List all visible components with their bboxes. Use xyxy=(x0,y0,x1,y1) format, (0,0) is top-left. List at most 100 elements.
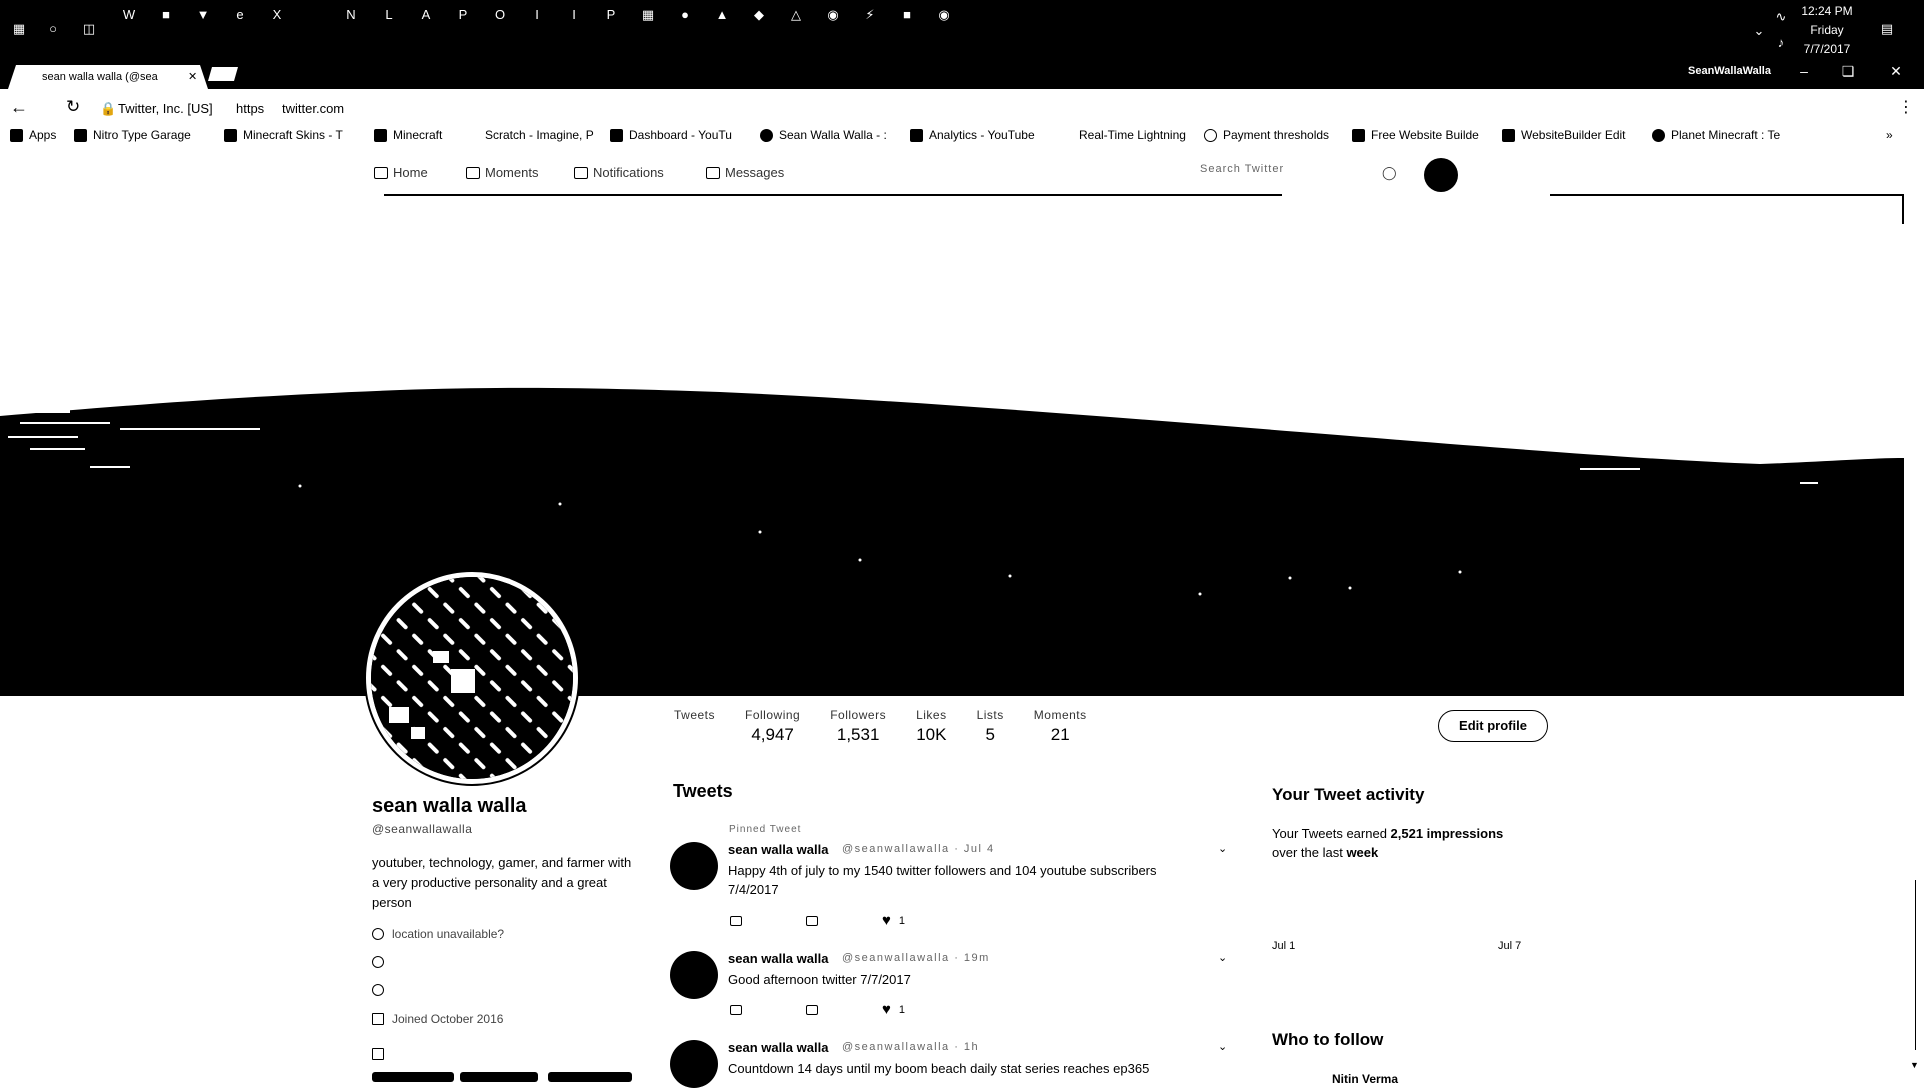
browser-tab-active[interactable]: sean walla walla (@sea ✕ xyxy=(8,65,208,89)
chrome-icon[interactable]: ◉ xyxy=(933,6,955,24)
profile-name[interactable]: sean walla walla xyxy=(372,795,527,818)
profile-handle[interactable]: @seanwallawalla xyxy=(372,822,472,836)
tweet-avatar[interactable] xyxy=(670,1040,718,1088)
app-icon[interactable]: ● xyxy=(674,6,696,24)
store-icon[interactable]: ▼ xyxy=(192,6,214,24)
tweet-author-name[interactable]: sean walla walla xyxy=(728,842,828,857)
task-view-icon[interactable]: ◫ xyxy=(78,20,100,38)
app-icon[interactable]: N xyxy=(340,6,362,24)
cortana-icon[interactable]: ○ xyxy=(42,20,64,38)
nav-home[interactable]: Home xyxy=(374,165,428,180)
excel-icon[interactable]: X xyxy=(266,6,288,24)
bookmark-item[interactable]: Sean Walla Walla - : xyxy=(760,128,887,142)
stat-moments[interactable]: Moments 21 xyxy=(1034,708,1087,745)
system-clock[interactable]: 12:24 PM Friday 7/7/2017 xyxy=(1792,2,1862,59)
profile-action-button[interactable] xyxy=(460,1072,538,1082)
like-button[interactable]: ♥ 1 xyxy=(882,912,958,929)
chevron-up-icon[interactable]: ⌄ xyxy=(1748,22,1770,40)
bookmark-item[interactable]: Real-Time Lightning xyxy=(1060,128,1186,142)
close-window-icon[interactable]: ✕ xyxy=(1886,63,1906,80)
stat-tweets[interactable]: Tweets xyxy=(674,708,715,745)
app-icon[interactable]: △ xyxy=(785,6,807,24)
tweet-card[interactable]: sean walla walla @seanwallawalla · Jul 4… xyxy=(670,842,1230,932)
chevron-down-icon[interactable]: ⌄ xyxy=(1218,842,1227,855)
nav-avatar[interactable] xyxy=(1424,158,1458,192)
profile-avatar[interactable] xyxy=(366,572,578,784)
app-icon[interactable]: P xyxy=(600,6,622,24)
bookmark-item[interactable]: WebsiteBuilder Edit xyxy=(1502,128,1626,142)
app-icon[interactable]: P xyxy=(452,6,474,24)
bookmark-item[interactable]: Dashboard - YouTu xyxy=(610,128,732,142)
retweet-button[interactable] xyxy=(806,915,882,926)
stat-lists[interactable]: Lists 5 xyxy=(977,708,1004,745)
minimize-icon[interactable]: – xyxy=(1794,63,1814,79)
volume-icon[interactable]: ♪ xyxy=(1770,34,1792,52)
tweet-author-handle[interactable]: @seanwallawalla · 19m xyxy=(842,952,990,964)
reload-icon[interactable]: ↻ xyxy=(66,97,80,117)
app-icon[interactable]: L xyxy=(378,6,400,24)
close-tab-icon[interactable]: ✕ xyxy=(188,65,197,89)
bookmarks-overflow-icon[interactable]: » xyxy=(1886,128,1893,142)
bookmark-item[interactable]: Minecraft Skins - T xyxy=(224,128,343,142)
app-icon[interactable]: O xyxy=(489,6,511,24)
tweet-author-name[interactable]: sean walla walla xyxy=(728,1040,828,1055)
menu-icon[interactable]: ⋮ xyxy=(1898,97,1914,117)
site-identity[interactable]: Twitter, Inc. [US] xyxy=(118,101,213,116)
start-icon[interactable]: ▦ xyxy=(8,20,30,38)
action-center-icon[interactable]: ▤ xyxy=(1876,20,1898,38)
new-tab-button[interactable] xyxy=(208,67,238,81)
bookmark-item[interactable]: Planet Minecraft : Te xyxy=(1652,128,1780,142)
bookmark-item[interactable]: Free Website Builde xyxy=(1352,128,1479,142)
search-icon[interactable]: ◯ xyxy=(1382,165,1397,181)
reply-button[interactable] xyxy=(730,1004,806,1015)
tweet-author-handle[interactable]: @seanwallawalla · 1h xyxy=(842,1041,979,1053)
nav-messages[interactable]: Messages xyxy=(706,165,784,180)
retweet-button[interactable] xyxy=(806,1004,882,1015)
stat-following[interactable]: Following 4,947 xyxy=(745,708,800,745)
tweet-author-name[interactable]: sean walla walla xyxy=(728,951,828,966)
scrollbar-thumb[interactable] xyxy=(1915,880,1916,1050)
bookmark-item[interactable]: Nitro Type Garage xyxy=(74,128,191,142)
like-button[interactable]: ♥ 1 xyxy=(882,1001,958,1018)
tweet-card[interactable]: sean walla walla @seanwallawalla · 19m ⌄… xyxy=(670,951,1230,1031)
word-icon[interactable]: W xyxy=(118,6,140,24)
stat-followers[interactable]: Followers 1,531 xyxy=(830,708,886,745)
tweet-activity-title[interactable]: Your Tweet activity xyxy=(1272,785,1424,805)
url-host[interactable]: twitter.com xyxy=(282,101,344,116)
bookmark-item[interactable]: Minecraft xyxy=(374,128,442,142)
bookmark-item[interactable]: Payment thresholds xyxy=(1204,128,1329,142)
stat-likes[interactable]: Likes 10K xyxy=(916,708,947,745)
profile-action-button[interactable] xyxy=(372,1072,454,1082)
bookmark-apps[interactable]: Apps xyxy=(10,128,56,142)
tweet-author-handle[interactable]: @seanwallawalla · Jul 4 xyxy=(842,843,995,855)
tweet-card[interactable]: sean walla walla @seanwallawalla · 1h ⌄ … xyxy=(670,1040,1230,1088)
app-icon[interactable]: ▲ xyxy=(711,6,733,24)
chevron-down-icon[interactable]: ⌄ xyxy=(1218,951,1227,964)
folder-icon[interactable]: ■ xyxy=(155,6,177,24)
bookmark-item[interactable]: Scratch - Imagine, P xyxy=(466,128,594,142)
profile-action-button[interactable] xyxy=(548,1072,632,1082)
app-icon[interactable]: ■ xyxy=(896,6,918,24)
ie-icon[interactable]: e xyxy=(229,6,251,24)
chevron-down-icon[interactable]: ⌄ xyxy=(1218,1040,1227,1053)
app-icon[interactable]: ◉ xyxy=(822,6,844,24)
reply-button[interactable] xyxy=(730,915,806,926)
suggested-user-name[interactable]: Nitin Verma xyxy=(1332,1072,1398,1086)
app-icon[interactable]: I xyxy=(563,6,585,24)
app-icon[interactable]: I xyxy=(526,6,548,24)
bookmark-item[interactable]: Analytics - YouTube xyxy=(910,128,1035,142)
nav-notifications[interactable]: Notifications xyxy=(574,165,664,180)
app-icon[interactable]: ⚡ xyxy=(859,6,881,24)
wifi-icon[interactable]: ∿ xyxy=(1770,8,1792,26)
search-input[interactable]: Search Twitter xyxy=(1200,163,1400,175)
back-icon[interactable]: ← xyxy=(10,97,28,118)
restore-icon[interactable]: ❏ xyxy=(1838,63,1858,80)
nav-moments[interactable]: Moments xyxy=(466,165,538,180)
calculator-icon[interactable]: ▦ xyxy=(637,6,659,24)
tweets-header[interactable]: Tweets xyxy=(673,781,733,802)
edit-profile-button[interactable]: Edit profile xyxy=(1438,710,1548,742)
scroll-down-icon[interactable]: ▼ xyxy=(1910,1060,1919,1070)
tweet-avatar[interactable] xyxy=(670,951,718,999)
page-scrollbar[interactable]: ▼ xyxy=(1910,160,1922,1080)
app-icon[interactable]: A xyxy=(415,6,437,24)
